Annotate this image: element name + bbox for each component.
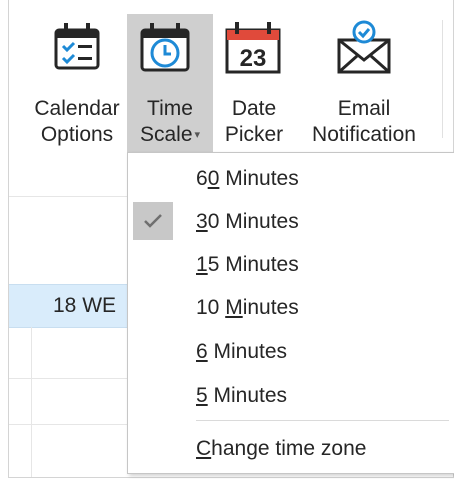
calendar-options-label-2: Options	[40, 123, 114, 146]
menu-item-label: 5 Minutes	[196, 384, 288, 407]
envelope-check-icon	[293, 18, 435, 76]
email-notification-label-1: Email	[337, 97, 391, 120]
email-notification-label-2: Notification	[312, 123, 416, 146]
calendar-23-icon: 23	[215, 18, 293, 76]
calendar-checklist-icon	[23, 18, 131, 76]
date-picker-label-1: Date	[231, 97, 277, 120]
day-label: 18 WE	[53, 294, 117, 317]
checkmark-icon	[133, 202, 173, 240]
calendar-options-label-1: Calendar	[34, 97, 120, 120]
clock-calendar-icon	[127, 18, 213, 76]
time-scale-label-1: Time	[147, 97, 193, 120]
date-picker-label-2: Picker	[224, 123, 284, 146]
menu-item-label: 60 Minutes	[196, 167, 299, 190]
date-icon-number: 23	[240, 45, 267, 72]
calendar-options-button[interactable]: Calendar Options	[23, 14, 131, 154]
ribbon-divider	[442, 20, 443, 138]
time-scale-button[interactable]: Time Scale ▾	[127, 14, 213, 154]
menu-separator	[196, 420, 449, 421]
email-notification-button[interactable]: Email Notification	[293, 14, 435, 154]
menu-item-5-minutes[interactable]: 5 Minutes	[128, 374, 454, 416]
time-scale-label-2: Scale	[139, 123, 193, 146]
menu-item-label: 6 Minutes	[196, 340, 288, 363]
menu-item-label: 10 Minutes	[196, 296, 299, 319]
date-picker-button[interactable]: 23 Date Picker	[215, 14, 293, 154]
menu-item-change-time-zone[interactable]: Change time zone	[128, 427, 454, 469]
menu-item-10-minutes[interactable]: 10 Minutes	[128, 286, 454, 328]
grid-line	[31, 327, 32, 477]
dropdown-caret-icon: ▾	[194, 129, 201, 141]
menu-item-60-minutes[interactable]: 60 Minutes	[128, 157, 454, 199]
time-scale-menu: 60 Minutes 30 Minutes 15 Minutes 10 Minu…	[127, 152, 454, 474]
menu-item-label: 15 Minutes	[196, 253, 299, 276]
menu-item-label: 30 Minutes	[196, 210, 299, 233]
menu-item-label: Change time zone	[196, 437, 367, 460]
menu-item-15-minutes[interactable]: 15 Minutes	[128, 243, 454, 285]
menu-item-30-minutes[interactable]: 30 Minutes	[128, 200, 454, 242]
ribbon-toolbar: Calendar Options Time Scale ▾ 23 Date Pi…	[9, 0, 453, 154]
menu-item-6-minutes[interactable]: 6 Minutes	[128, 330, 454, 372]
